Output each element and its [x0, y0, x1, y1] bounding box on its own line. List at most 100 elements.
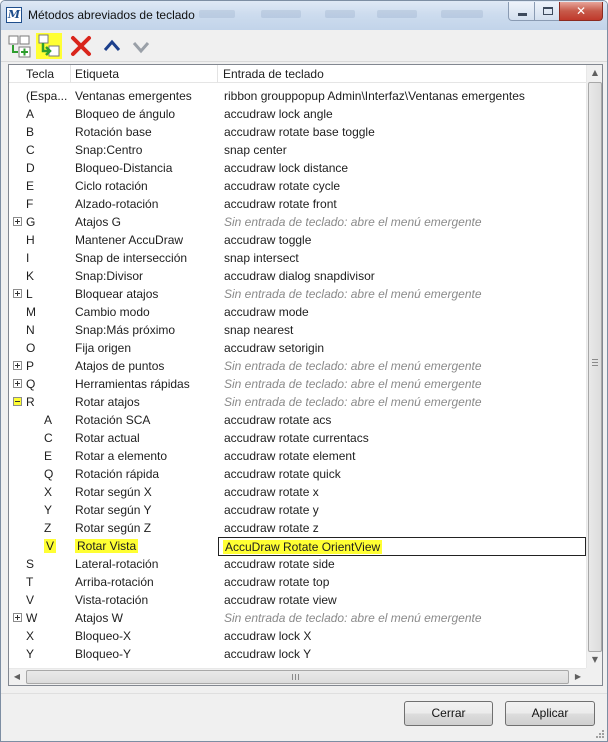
expand-plus-icon[interactable] [13, 379, 22, 388]
maximize-button[interactable] [534, 2, 560, 21]
table-row[interactable]: O Fija origen accudraw setorigin [9, 339, 586, 357]
expand-plus-icon[interactable] [13, 289, 22, 298]
table-row[interactable]: V Vista-rotación accudraw rotate view [9, 591, 586, 609]
column-header-label[interactable]: Etiqueta [75, 67, 119, 81]
table-row[interactable]: Q Herramientas rápidas Sin entrada de tecl… [9, 375, 586, 393]
keyin-edit-field[interactable]: AccuDraw Rotate OrientView [218, 537, 586, 556]
row-label-text: Rotación rápida [75, 467, 160, 481]
row-keyin: accudraw rotate z [224, 521, 319, 535]
row-label-text: Cambio modo [75, 305, 150, 319]
table-row[interactable]: Q Rotación rápida accudraw rotate quick [9, 465, 586, 483]
table-row[interactable]: N Snap:Más próximo snap nearest [9, 321, 586, 339]
table-row[interactable]: H Mantener AccuDraw accudraw toggle [9, 231, 586, 249]
row-key: R [26, 395, 35, 409]
row-label-text: Herramientas rápidas [75, 377, 190, 391]
table-row[interactable]: P Atajos de puntos Sin entrada de teclado:… [9, 357, 586, 375]
table-row[interactable]: B Rotación base accudraw rotate base toggl… [9, 123, 586, 141]
row-label: Bloqueo-Y [75, 647, 131, 661]
table-row[interactable]: A Bloqueo de ángulo accudraw lock angle [9, 105, 586, 123]
table-row[interactable]: M Cambio modo accudraw mode [9, 303, 586, 321]
row-label: Ciclo rotación [75, 179, 148, 193]
grip-icon [292, 674, 299, 680]
close-window-button[interactable]: ✕ [559, 2, 603, 21]
row-keyin: Sin entrada de teclado: abre el menú eme… [224, 359, 482, 373]
row-label-text: Bloqueo-Y [75, 647, 132, 661]
row-key-text: L [26, 287, 33, 301]
row-label: Atajos W [75, 611, 123, 625]
apply-button[interactable]: Aplicar [505, 701, 595, 726]
row-label: Rotar actual [75, 431, 140, 445]
table-row[interactable]: K Snap:Divisor accudraw dialog snapdivisor [9, 267, 586, 285]
row-keyin: Sin entrada de teclado: abre el menú eme… [224, 377, 482, 391]
table-row[interactable]: R Rotar atajos Sin entrada de teclado: abr… [9, 393, 586, 411]
scroll-left-arrow-icon[interactable]: ◀ [9, 669, 25, 685]
table-row[interactable]: C Rotar actual accudraw rotate currentacs [9, 429, 586, 447]
table-row[interactable]: I Snap de intersección snap intersect [9, 249, 586, 267]
row-label: Rotar según X [75, 485, 152, 499]
row-keyin: accudraw lock distance [224, 161, 349, 175]
column-header-keyin[interactable]: Entrada de teclado [223, 67, 324, 81]
table-row[interactable]: Y Rotar según Y accudraw rotate y [9, 501, 586, 519]
footer-divider [1, 693, 607, 694]
table-row[interactable]: T Arriba-rotación accudraw rotate top [9, 573, 586, 591]
expand-plus-icon[interactable] [13, 361, 22, 370]
row-key-text: H [26, 233, 35, 247]
column-separator[interactable] [217, 65, 218, 83]
table-row[interactable]: G Atajos G Sin entrada de teclado: abre el… [9, 213, 586, 231]
row-keyin: accudraw lock angle [224, 107, 333, 121]
row-key: X [26, 629, 34, 643]
table-row[interactable]: E Ciclo rotación accudraw rotate cycle [9, 177, 586, 195]
move-down-button[interactable] [128, 33, 154, 59]
horizontal-scrollbar[interactable]: ◀ ▶ [9, 668, 586, 685]
add-child-keyin-button[interactable] [36, 33, 62, 59]
row-label-text: Snap:Centro [75, 143, 143, 157]
row-key: Q [44, 467, 53, 481]
column-header-key[interactable]: Tecla [26, 67, 54, 81]
expand-plus-icon[interactable] [13, 217, 22, 226]
row-key: D [26, 161, 35, 175]
row-label: Snap:Centro [75, 143, 142, 157]
resize-grip-icon[interactable] [595, 729, 605, 739]
column-separator[interactable] [70, 65, 71, 83]
row-label-text: Rotar actual [75, 431, 140, 445]
table-row[interactable]: F Alzado-rotación accudraw rotate front [9, 195, 586, 213]
row-keyin: ribbon grouppopup Admin\Interfaz\Ventana… [224, 89, 525, 103]
minimize-button[interactable] [508, 2, 535, 21]
expand-plus-icon[interactable] [13, 613, 22, 622]
close-button[interactable]: Cerrar [404, 701, 493, 726]
row-label: Arriba-rotación [75, 575, 154, 589]
row-key-text: C [44, 431, 53, 445]
table-row[interactable]: L Bloquear atajos Sin entrada de teclado: … [9, 285, 586, 303]
table-row[interactable]: X Rotar según X accudraw rotate x [9, 483, 586, 501]
delete-button[interactable] [68, 33, 94, 59]
collapse-minus-icon[interactable] [13, 397, 22, 406]
table-row[interactable]: Y Bloqueo-Y accudraw lock Y [9, 645, 586, 663]
table-row[interactable]: E Rotar a elemento accudraw rotate element [9, 447, 586, 465]
row-keyin: Sin entrada de teclado: abre el menú eme… [224, 611, 482, 625]
table-row[interactable]: X Bloqueo-X accudraw lock X [9, 627, 586, 645]
shortcut-list[interactable]: Tecla Etiqueta Entrada de teclado (Espa.… [8, 64, 603, 686]
scroll-down-arrow-icon[interactable]: ▼ [587, 652, 602, 668]
table-row[interactable]: W Atajos W Sin entrada de teclado: abre el… [9, 609, 586, 627]
vertical-scrollbar[interactable]: ▲ ▼ [586, 65, 602, 668]
table-row[interactable]: V Rotar Vista AccuDraw Rotate OrientView [9, 537, 586, 556]
table-row[interactable]: D Bloqueo-Distancia accudraw lock distance [9, 159, 586, 177]
add-keyin-button[interactable] [7, 33, 33, 59]
row-label-text: Atajos W [75, 611, 124, 625]
row-key: H [26, 233, 35, 247]
scroll-right-arrow-icon[interactable]: ▶ [570, 669, 586, 685]
row-label-text: Alzado-rotación [75, 197, 159, 211]
vertical-scroll-thumb[interactable] [588, 82, 602, 652]
table-row[interactable]: C Snap:Centro snap center [9, 141, 586, 159]
row-keyin: accudraw rotate acs [224, 413, 332, 427]
title-bar[interactable]: M Métodos abreviados de teclado ✕ [1, 1, 607, 30]
table-row[interactable]: A Rotación SCA accudraw rotate acs [9, 411, 586, 429]
table-row[interactable]: Z Rotar según Z accudraw rotate z [9, 519, 586, 537]
table-row[interactable]: S Lateral-rotación accudraw rotate side [9, 555, 586, 573]
scroll-corner [586, 668, 602, 685]
table-row[interactable]: (Espa... Ventanas emergentes ribbon groupp… [9, 87, 586, 105]
row-label: Vista-rotación [75, 593, 148, 607]
horizontal-scroll-thumb[interactable] [26, 670, 569, 684]
move-up-button[interactable] [99, 33, 125, 59]
scroll-up-arrow-icon[interactable]: ▲ [587, 65, 602, 81]
